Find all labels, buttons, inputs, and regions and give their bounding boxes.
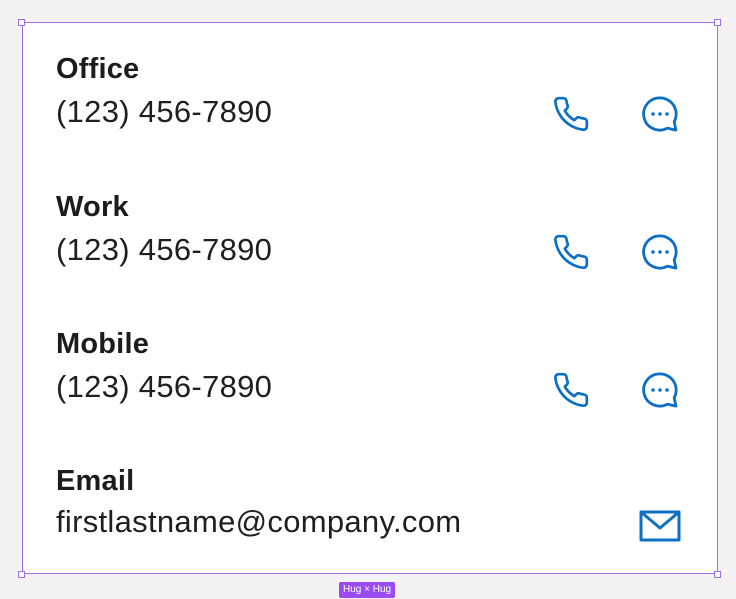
call-button[interactable]: [549, 92, 593, 136]
chat-icon: [642, 372, 678, 408]
phone-icon: [554, 372, 589, 408]
contact-label: Email: [56, 465, 135, 497]
email-address[interactable]: firstlastname@company.com: [56, 504, 461, 540]
email-button[interactable]: [638, 504, 682, 548]
phone-number[interactable]: (123) 456-7890: [56, 232, 272, 268]
contact-label: Work: [56, 191, 129, 223]
frame-size-badge: Hug × Hug: [339, 582, 396, 598]
contact-label: Office: [56, 53, 140, 85]
phone-number[interactable]: (123) 456-7890: [56, 369, 272, 405]
call-button[interactable]: [549, 368, 593, 412]
phone-icon: [554, 234, 589, 270]
mail-icon: [639, 510, 681, 542]
message-button[interactable]: [638, 230, 682, 274]
resize-handle-bottom-right[interactable]: [714, 571, 721, 578]
chat-icon: [642, 234, 678, 270]
message-button[interactable]: [638, 92, 682, 136]
message-button[interactable]: [638, 368, 682, 412]
contact-row-email: Email firstlastname@company.com: [56, 464, 696, 554]
chat-icon: [642, 96, 678, 132]
contact-row-office: Office (123) 456-7890: [56, 52, 696, 142]
call-button[interactable]: [549, 230, 593, 274]
contact-label: Mobile: [56, 328, 150, 360]
phone-number[interactable]: (123) 456-7890: [56, 94, 272, 130]
resize-handle-top-left[interactable]: [18, 19, 25, 26]
resize-handle-bottom-left[interactable]: [18, 571, 25, 578]
resize-handle-top-right[interactable]: [714, 19, 721, 26]
phone-icon: [554, 96, 589, 132]
contact-row-mobile: Mobile (123) 456-7890: [56, 327, 696, 417]
contact-row-work: Work (123) 456-7890: [56, 190, 696, 280]
